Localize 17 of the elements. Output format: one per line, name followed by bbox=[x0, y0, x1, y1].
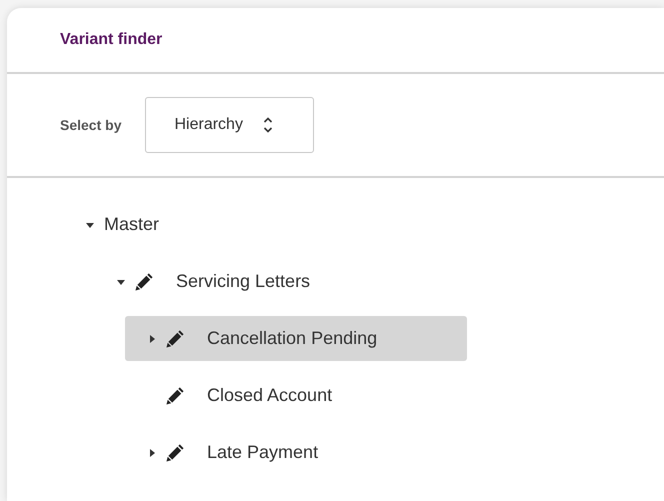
hierarchy-select[interactable]: Hierarchy bbox=[145, 97, 314, 153]
tree-item[interactable]: Closed Account bbox=[125, 373, 467, 418]
caret-down-icon[interactable] bbox=[117, 278, 125, 286]
tree-item[interactable]: Cancellation Pending bbox=[125, 316, 467, 361]
caret-right-icon[interactable] bbox=[148, 448, 156, 456]
pencil-icon[interactable] bbox=[166, 329, 185, 348]
up-down-chevron-icon bbox=[262, 117, 273, 133]
pencil-icon[interactable] bbox=[135, 272, 154, 291]
pencil-icon[interactable] bbox=[166, 386, 185, 405]
pencil-icon[interactable] bbox=[166, 443, 185, 462]
caret-down-icon[interactable] bbox=[86, 220, 94, 228]
tree-item[interactable]: Late Payment bbox=[125, 430, 467, 475]
panel-title: Variant finder bbox=[60, 31, 162, 49]
tree-item[interactable]: Master bbox=[63, 202, 405, 247]
tree-item[interactable]: Servicing Letters bbox=[94, 259, 436, 304]
select-by-label: Select by bbox=[60, 117, 122, 133]
caret-right-icon[interactable] bbox=[148, 334, 156, 342]
